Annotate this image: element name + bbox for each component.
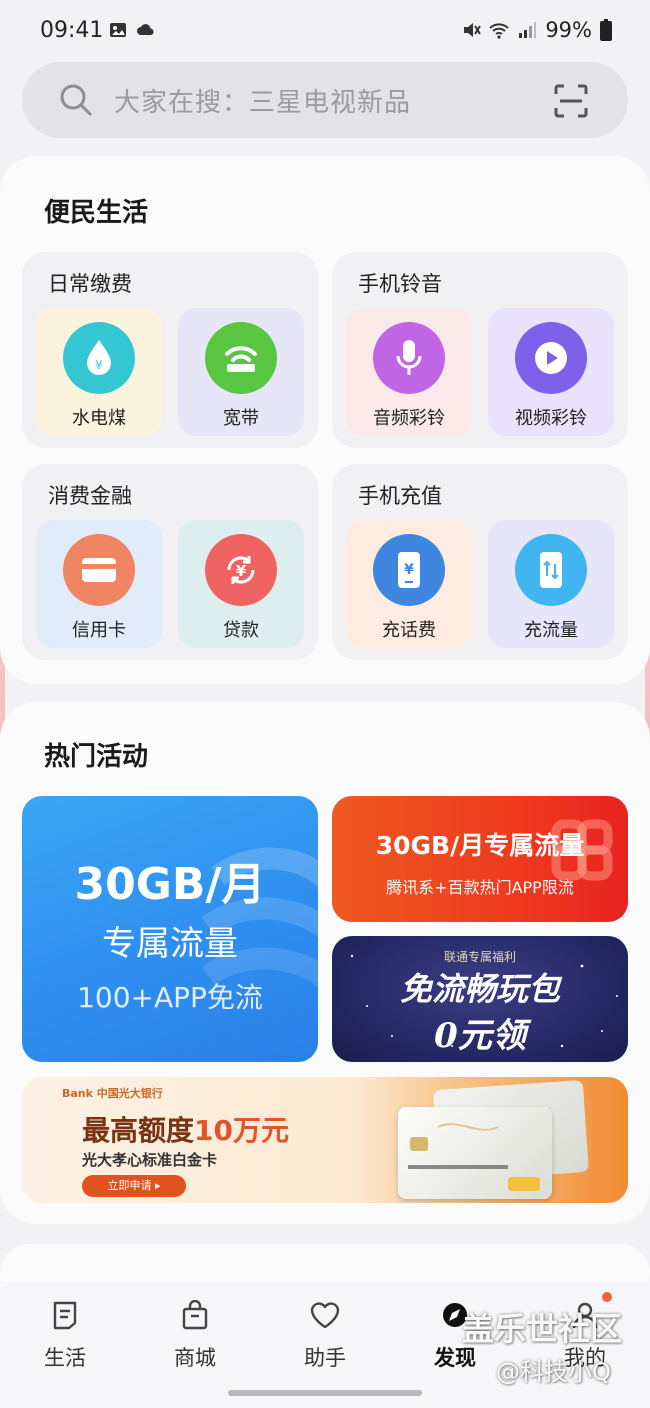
group-ringtones: 手机铃音 音频彩铃 视频彩铃 bbox=[332, 252, 628, 448]
search-icon bbox=[60, 84, 92, 116]
status-right: 99% bbox=[461, 18, 612, 42]
tile-utilities[interactable]: ¥ 水电煤 bbox=[36, 308, 162, 436]
credit-card-icon bbox=[63, 534, 135, 606]
nav-shop[interactable]: 商城 bbox=[155, 1300, 235, 1372]
tile-label: 宽带 bbox=[223, 408, 259, 429]
status-left-icons bbox=[108, 20, 156, 40]
banner-everbright-card[interactable]: Bank 中国光大银行 最高额度10万元 光大孝心标准白金卡 立即申请 ▸ bbox=[22, 1077, 628, 1203]
notification-dot bbox=[602, 1292, 612, 1302]
nav-assistant[interactable]: 助手 bbox=[285, 1300, 365, 1372]
group-title: 日常缴费 bbox=[48, 272, 132, 296]
banner-bank-line2: 光大孝心标准白金卡 bbox=[82, 1151, 218, 1169]
wifi-icon bbox=[489, 23, 510, 39]
tile-broadband[interactable]: 宽带 bbox=[178, 308, 304, 436]
phone-yuan-icon: ¥ bbox=[373, 534, 445, 606]
gallery-icon bbox=[110, 23, 126, 37]
nav-label: 助手 bbox=[304, 1346, 346, 1370]
tile-label: 信用卡 bbox=[72, 620, 126, 641]
tile-credit-card[interactable]: 信用卡 bbox=[36, 520, 162, 648]
tile-data-recharge[interactable]: 充流量 bbox=[488, 520, 614, 648]
status-time: 09:41 bbox=[40, 18, 104, 43]
section-title-activities: 热门活动 bbox=[44, 742, 149, 772]
banner-navy-line1: 免流畅玩包 bbox=[399, 970, 560, 1008]
search-placeholder: 大家在搜：三星电视新品 bbox=[114, 88, 412, 118]
banner-free-data-pack[interactable]: 联通专属福利 免流畅玩包 0元领 bbox=[332, 936, 628, 1062]
watermark-author: @科技小Q bbox=[496, 1358, 611, 1386]
banner-red-line1: 30GB/月专属流量 bbox=[375, 831, 585, 860]
banner-bank-line1: 最高额度10万元 bbox=[82, 1109, 289, 1149]
watermark-community: 盖乐世社区 bbox=[462, 1310, 623, 1348]
phone-data-icon bbox=[515, 534, 587, 606]
group-daily-payment: 日常缴费 ¥ 水电煤 宽带 bbox=[22, 252, 318, 448]
battery-percent: 99% bbox=[545, 18, 592, 42]
water-drop-icon: ¥ bbox=[63, 322, 135, 394]
cloud-icon bbox=[137, 24, 154, 35]
banner-big-line1: 30GB/月 bbox=[74, 859, 266, 910]
apply-now-button[interactable]: 立即申请 ▸ bbox=[82, 1175, 186, 1197]
tile-label: 视频彩铃 bbox=[515, 408, 587, 429]
shop-bag-icon bbox=[182, 1300, 208, 1330]
convenience-card: 便民生活 日常缴费 ¥ 水电煤 宽带 手机铃音 音频彩铃 视频彩铃 消费金融 信… bbox=[0, 156, 650, 684]
nav-label: 生活 bbox=[44, 1346, 86, 1370]
section-title-convenience: 便民生活 bbox=[44, 198, 149, 228]
banner-navy-line0: 联通专属福利 bbox=[443, 950, 516, 964]
banner-big-line2: 专属流量 bbox=[102, 924, 238, 964]
credit-card-image-front bbox=[398, 1107, 552, 1199]
tile-audio-ringtone[interactable]: 音频彩铃 bbox=[346, 308, 472, 436]
nav-label: 商城 bbox=[174, 1346, 216, 1370]
heart-icon bbox=[310, 1302, 340, 1329]
yuan-cycle-icon: ¥ bbox=[205, 534, 277, 606]
tile-label: 贷款 bbox=[223, 620, 259, 641]
router-icon bbox=[205, 322, 277, 394]
nav-life[interactable]: 生活 bbox=[25, 1300, 105, 1372]
banner-30gb-blue[interactable]: 30GB/月 专属流量 100+APP免流 bbox=[22, 796, 318, 1062]
status-bar: 09:41 99% bbox=[0, 0, 650, 60]
life-icon bbox=[53, 1301, 77, 1330]
tile-loan[interactable]: ¥ 贷款 bbox=[178, 520, 304, 648]
bank-line1-text: 最高额度 bbox=[82, 1114, 195, 1147]
scan-icon[interactable] bbox=[554, 84, 588, 118]
microphone-icon bbox=[373, 322, 445, 394]
tile-label: 充话费 bbox=[382, 620, 436, 641]
banner-big-line3: 100+APP免流 bbox=[77, 981, 263, 1014]
bank-line1-highlight: 10万元 bbox=[194, 1114, 289, 1147]
tile-video-ringtone[interactable]: 视频彩铃 bbox=[488, 308, 614, 436]
bank-logo: Bank 中国光大银行 bbox=[62, 1087, 163, 1100]
svg-text:¥: ¥ bbox=[236, 562, 247, 580]
svg-text:¥: ¥ bbox=[404, 562, 414, 578]
home-indicator[interactable] bbox=[228, 1390, 422, 1396]
banner-navy-line2: 0元领 bbox=[434, 1016, 526, 1056]
play-icon bbox=[515, 322, 587, 394]
tile-label: 水电煤 bbox=[72, 408, 126, 429]
tile-phone-bill[interactable]: ¥ 充话费 bbox=[346, 520, 472, 648]
group-phone-recharge: 手机充值 ¥ 充话费 充流量 bbox=[332, 464, 628, 660]
group-title: 消费金融 bbox=[48, 484, 132, 508]
svg-text:¥: ¥ bbox=[95, 358, 103, 372]
signal-icon bbox=[519, 22, 537, 38]
group-title: 手机充值 bbox=[358, 484, 442, 508]
tile-label: 充流量 bbox=[524, 620, 578, 641]
banner-red-line2: 腾讯系+百款热门APP限流 bbox=[386, 878, 574, 897]
mute-icon bbox=[464, 23, 482, 37]
battery-icon bbox=[600, 19, 612, 41]
group-consumer-finance: 消费金融 信用卡 ¥ 贷款 bbox=[22, 464, 318, 660]
search-bar[interactable]: 大家在搜：三星电视新品 bbox=[22, 62, 628, 138]
group-title: 手机铃音 bbox=[358, 272, 442, 296]
tile-label: 音频彩铃 bbox=[373, 408, 445, 429]
banner-30gb-red[interactable]: 30GB/月专属流量 腾讯系+百款热门APP限流 bbox=[332, 796, 628, 922]
